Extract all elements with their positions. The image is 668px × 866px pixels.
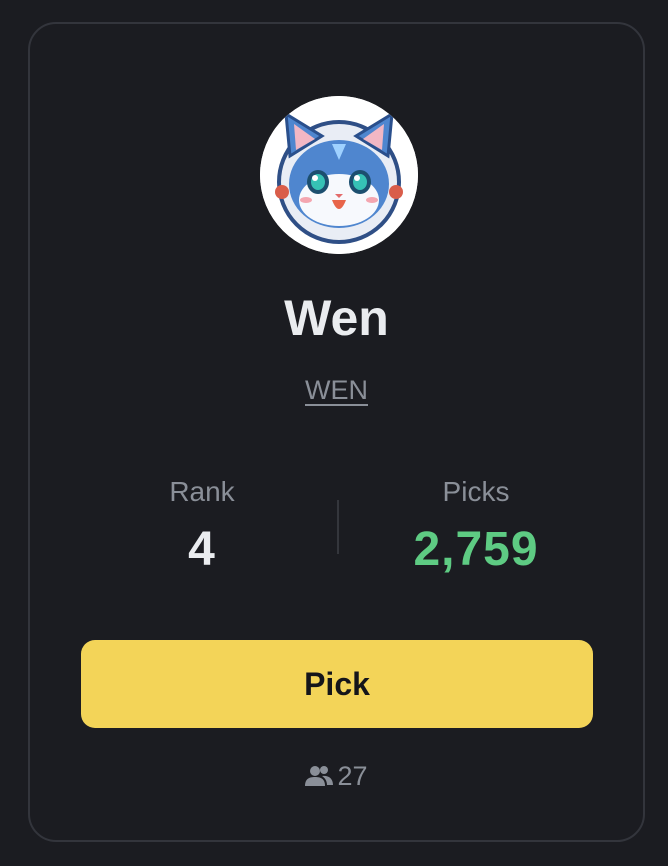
token-card: Wen WEN Rank 4 Picks 2,759 Pick 27 <box>28 22 645 842</box>
picks-label: Picks <box>442 476 510 507</box>
stats-divider <box>337 500 339 554</box>
picks-value: 2,759 <box>413 523 539 576</box>
users-icon <box>305 766 334 786</box>
cat-astronaut-avatar-icon <box>260 96 418 254</box>
rank-label: Rank <box>169 476 235 507</box>
picks-stat: Picks 2,759 <box>356 472 596 576</box>
token-avatar <box>260 96 418 254</box>
rank-value: 4 <box>188 523 216 576</box>
pick-button[interactable]: Pick <box>81 640 593 728</box>
participants-count-value: 27 <box>337 761 368 791</box>
rank-stat: Rank 4 <box>82 472 322 576</box>
token-symbol-link[interactable]: WEN <box>305 375 368 405</box>
token-name: Wen <box>284 290 389 346</box>
token-symbol-container: WEN <box>30 370 643 410</box>
participants-count: 27 <box>30 758 643 794</box>
